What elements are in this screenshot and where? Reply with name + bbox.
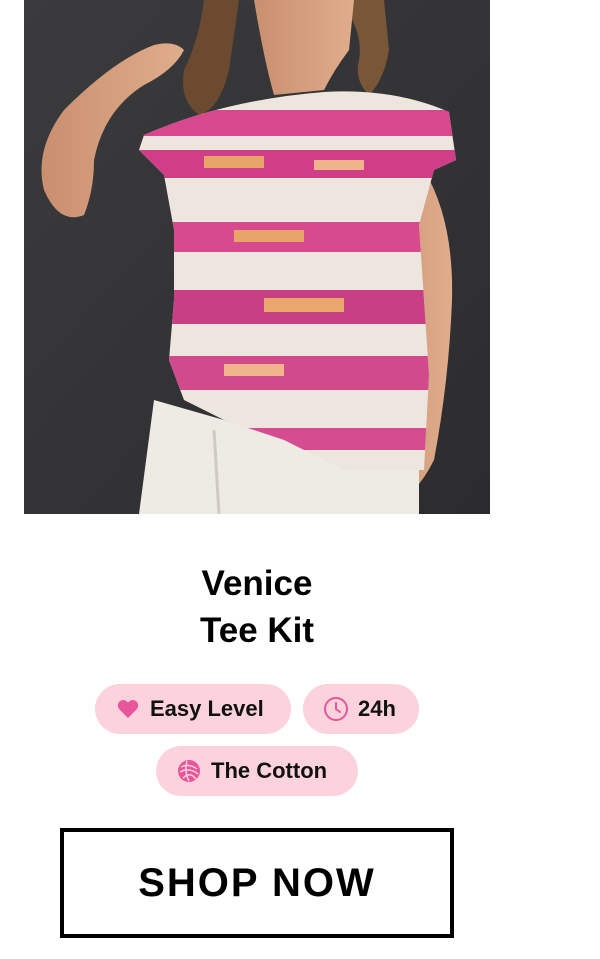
product-image[interactable] (24, 0, 490, 514)
product-title-line2: Tee Kit (199, 611, 315, 650)
product-title-line1: Venice (201, 564, 313, 603)
yarn-badge-label: The Cotton (211, 758, 328, 783)
shop-now-button[interactable]: SHOP NOW (60, 828, 454, 938)
model-wearing-tee-illustration (24, 0, 490, 514)
clock-icon (323, 696, 349, 722)
heart-icon (115, 696, 141, 722)
time-badge: 24h (303, 684, 419, 734)
product-title: Venice Tee Kit (157, 560, 357, 654)
level-badge: Easy Level (95, 684, 291, 734)
yarn-badge: The Cotton (156, 746, 358, 796)
yarn-ball-icon (176, 758, 202, 784)
level-badge-label: Easy Level (150, 696, 264, 721)
time-badge-label: 24h (358, 696, 396, 721)
